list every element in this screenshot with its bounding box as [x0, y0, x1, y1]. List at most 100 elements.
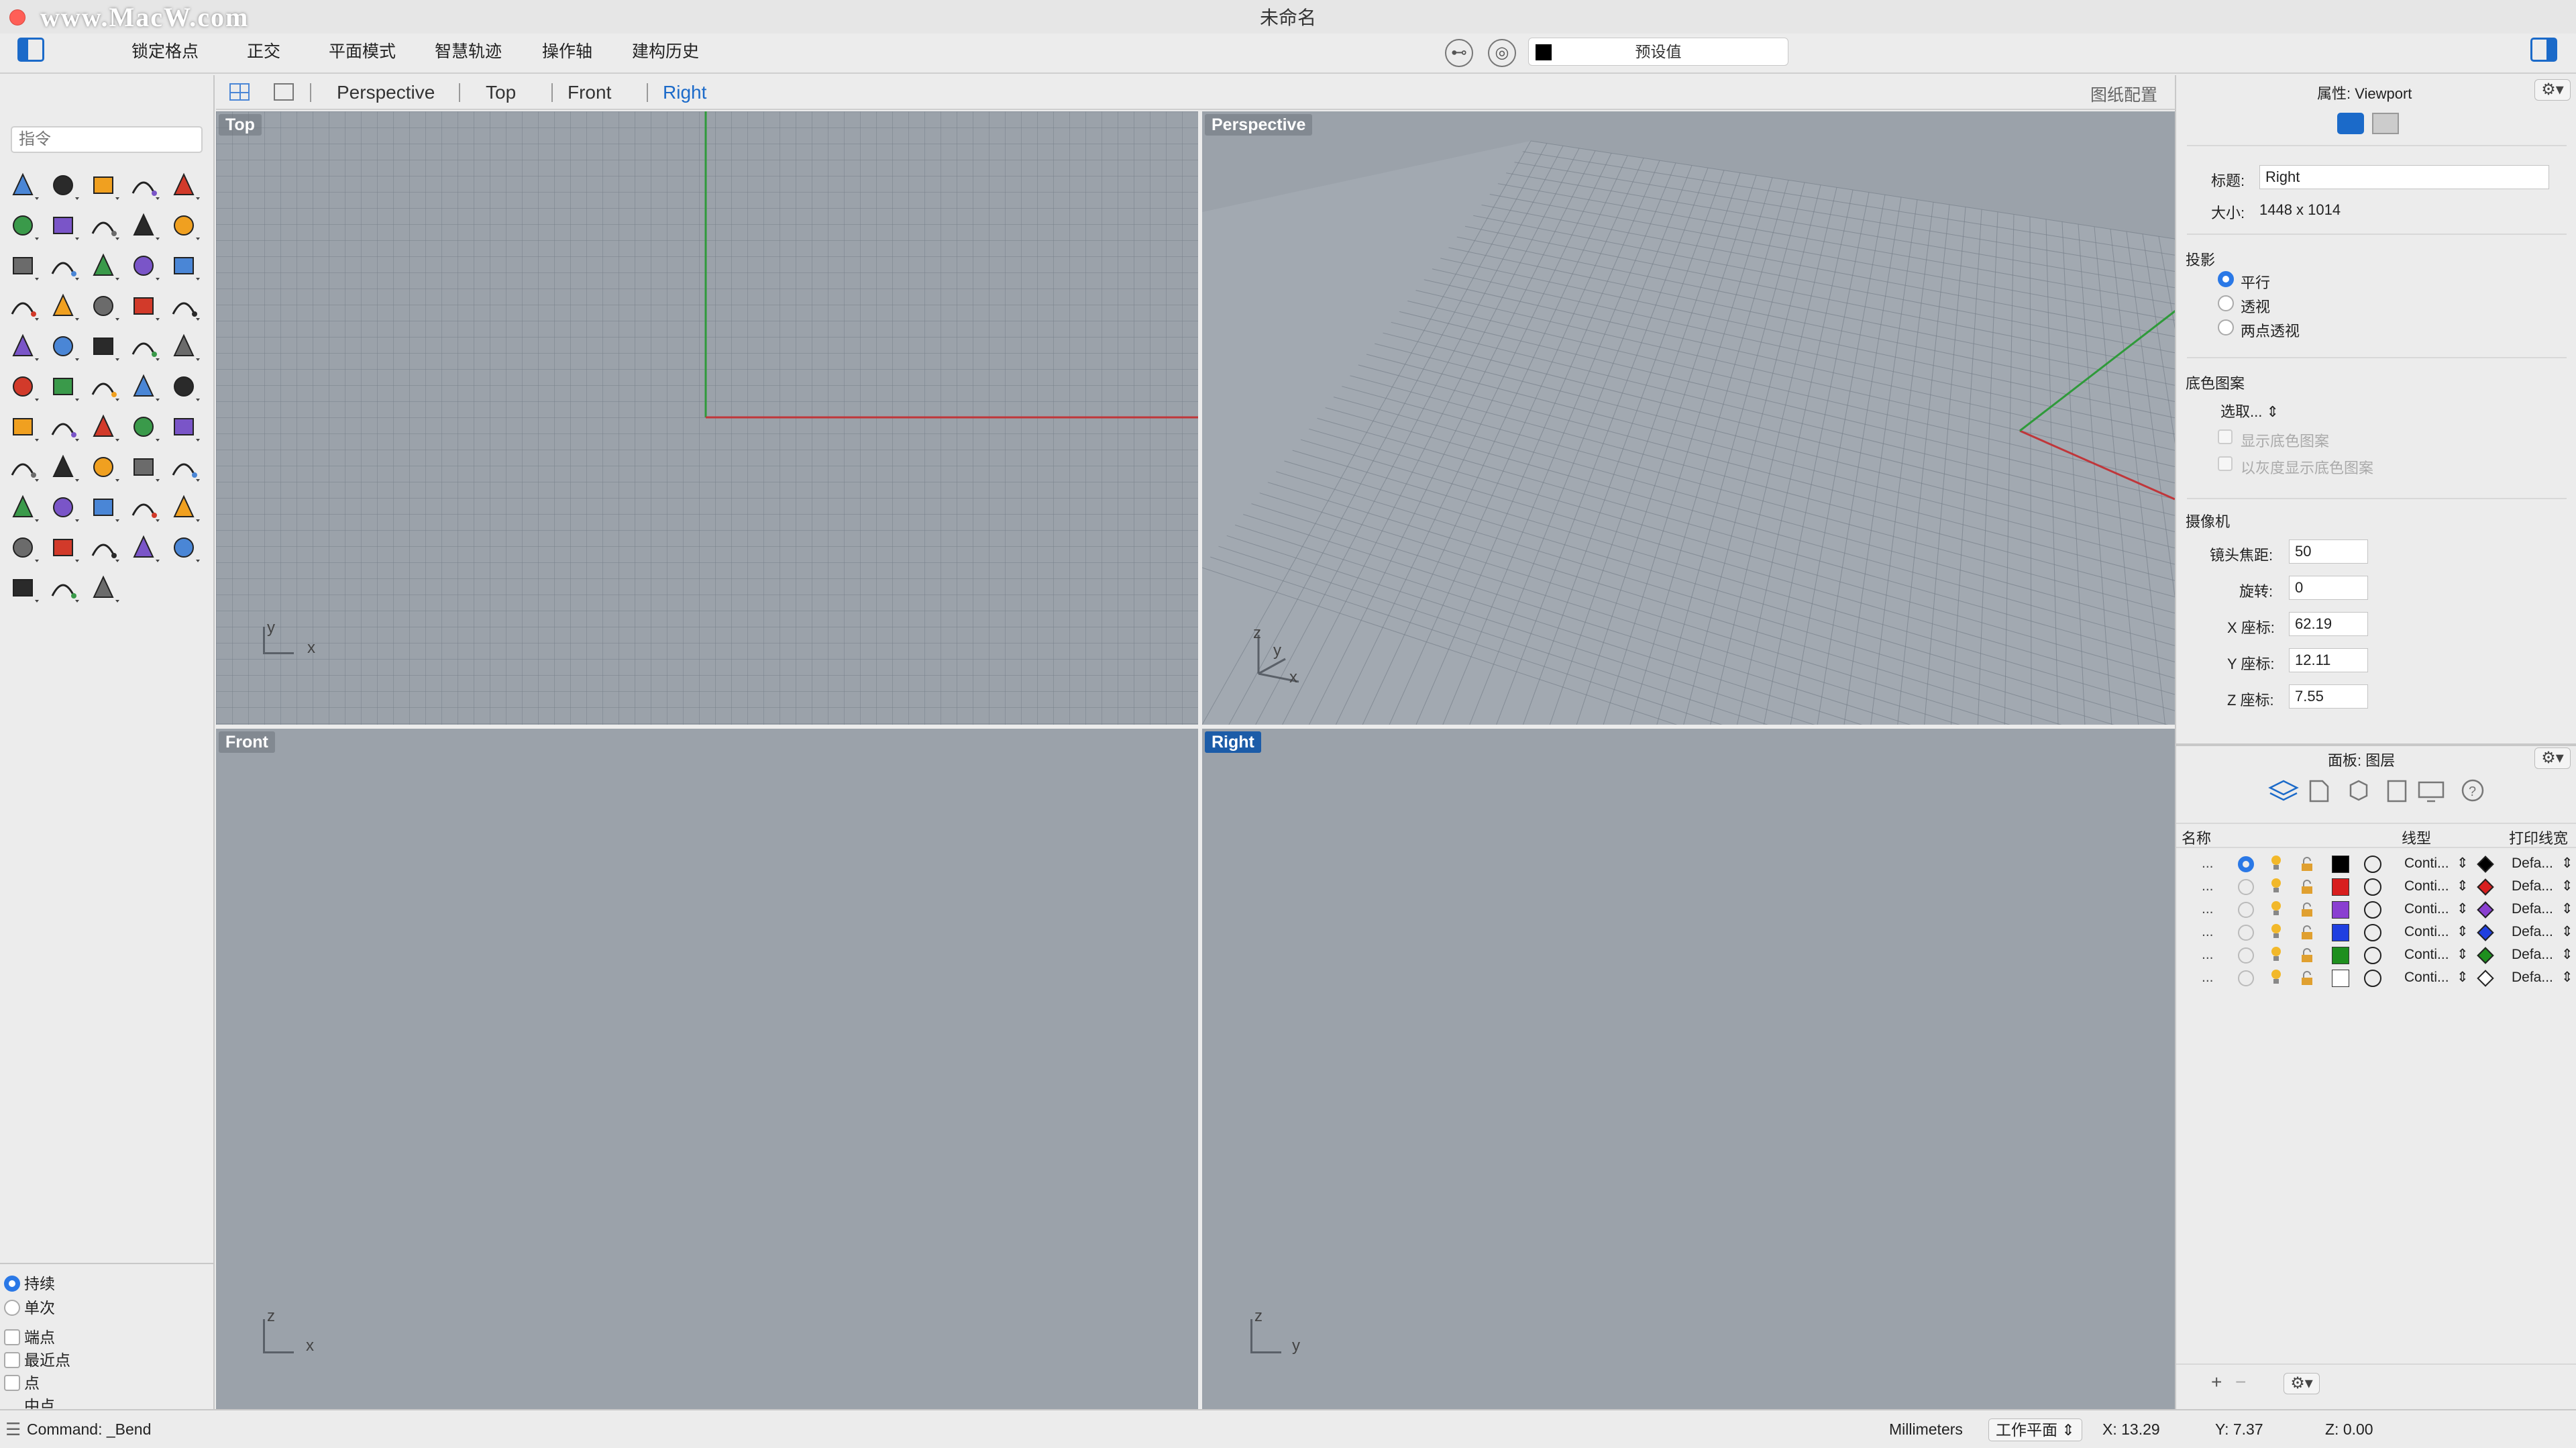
point-icon[interactable]	[46, 168, 80, 203]
printwidth-select[interactable]: Defa...	[2512, 875, 2553, 898]
cylinder-icon[interactable]	[166, 248, 201, 283]
rotate-view-icon[interactable]	[5, 490, 40, 525]
material-circle-icon[interactable]	[2364, 924, 2381, 941]
column-linetype[interactable]: 线型	[2402, 827, 2431, 848]
material-circle-icon[interactable]	[2364, 947, 2381, 964]
layer-row[interactable]: ... Conti... ⇕ Defa... ⇕	[2176, 852, 2576, 875]
linetype-select[interactable]: Conti...	[2404, 875, 2449, 898]
lock-icon[interactable]	[2300, 970, 2314, 985]
projection-parallel-radio[interactable]	[2218, 271, 2234, 287]
zoom-extents-icon[interactable]	[126, 450, 161, 484]
printwidth-select[interactable]: Defa...	[2512, 898, 2553, 921]
printwidth-select[interactable]: Defa...	[2512, 943, 2553, 966]
circle-icon[interactable]	[166, 168, 201, 203]
revolve-icon[interactable]	[46, 248, 80, 283]
arc-icon[interactable]	[46, 208, 80, 243]
zoom-selected-icon[interactable]	[166, 450, 201, 484]
ellipse-icon[interactable]	[5, 208, 40, 243]
material-icon[interactable]	[46, 530, 80, 565]
add-layer-button[interactable]: +	[2211, 1372, 2222, 1393]
left-sidebar-toggle-icon[interactable]	[17, 38, 44, 62]
mesh-icon[interactable]	[166, 369, 201, 404]
layer-color-swatch[interactable]	[2332, 901, 2349, 919]
planar-button[interactable]: 平面模式	[315, 39, 409, 64]
radio-icon[interactable]	[4, 1276, 20, 1292]
zoom-window-icon[interactable]	[86, 450, 121, 484]
command-history-icon[interactable]: ☰	[5, 1410, 21, 1448]
lock-icon[interactable]	[5, 530, 40, 565]
print-color-diamond[interactable]	[2477, 970, 2494, 987]
rotation-field[interactable]: 0	[2289, 576, 2368, 600]
osnap-point[interactable]: 点	[4, 1373, 40, 1393]
analyze-icon[interactable]	[86, 409, 121, 444]
cone-icon[interactable]	[46, 570, 80, 605]
cplane-select[interactable]: 工作平面 ⇕	[1988, 1418, 2082, 1441]
material-circle-icon[interactable]	[2364, 856, 2381, 873]
material-circle-icon[interactable]	[2364, 878, 2381, 896]
viewport-title[interactable]: Perspective	[1205, 114, 1313, 136]
current-layer-radio[interactable]	[2238, 856, 2254, 872]
layer-name[interactable]: ...	[2202, 898, 2214, 921]
plane-icon[interactable]	[5, 289, 40, 323]
wallpaper-select[interactable]: 选取... ⇕	[2220, 400, 2279, 421]
osnap-near[interactable]: 最近点	[4, 1350, 70, 1370]
lock-icon[interactable]	[2300, 947, 2314, 962]
checkbox-icon[interactable]	[4, 1329, 20, 1345]
column-printwidth[interactable]: 打印线宽	[2509, 827, 2568, 848]
layer-row[interactable]: ... Conti... ⇕ Defa... ⇕	[2176, 921, 2576, 943]
title-field[interactable]: Right	[2259, 165, 2549, 189]
osnap-once[interactable]: 单次	[4, 1298, 55, 1318]
polyline-icon[interactable]	[86, 168, 121, 203]
lock-icon[interactable]	[2300, 879, 2314, 894]
transform-icon[interactable]	[46, 369, 80, 404]
rectangle-icon[interactable]	[86, 208, 121, 243]
osnap-end[interactable]: 端点	[4, 1327, 55, 1347]
units-label[interactable]: Millimeters	[1889, 1410, 1963, 1448]
checkbox-icon[interactable]	[4, 1375, 20, 1391]
fillet-icon[interactable]	[86, 329, 121, 364]
group-icon[interactable]	[5, 329, 40, 364]
print-color-diamond[interactable]	[2477, 901, 2494, 919]
linetype-select[interactable]: Conti...	[2404, 898, 2449, 921]
layer-color-swatch[interactable]	[2332, 924, 2349, 941]
wallpaper-show-checkbox[interactable]	[2218, 429, 2233, 444]
remove-layer-button[interactable]: −	[2235, 1372, 2246, 1393]
y-coord-field[interactable]: 12.11	[2289, 648, 2368, 672]
fillet-curve-icon[interactable]	[166, 208, 201, 243]
linetype-select[interactable]: Conti...	[2404, 852, 2449, 875]
z-coord-field[interactable]: 7.55	[2289, 684, 2368, 709]
layer-name[interactable]: ...	[2202, 943, 2214, 966]
properties-gear-icon[interactable]: ⚙▾	[2534, 79, 2571, 101]
lock-icon[interactable]	[2300, 856, 2314, 871]
viewport-title[interactable]: Right	[1205, 731, 1261, 753]
checkbox-icon[interactable]	[4, 1352, 20, 1368]
osnap-continuous[interactable]: 持续	[4, 1274, 55, 1294]
snap-grid-button[interactable]: 锁定格点	[118, 39, 212, 64]
light-icon[interactable]	[166, 490, 201, 525]
column-name[interactable]: 名称	[2182, 827, 2211, 848]
filter-icon[interactable]: ◎	[1488, 39, 1516, 67]
close-window-button[interactable]	[9, 9, 25, 25]
layer-options-gear-icon[interactable]: ⚙▾	[2284, 1373, 2320, 1394]
viewport-perspective[interactable]: Perspective z y x	[1202, 111, 2175, 725]
boolean-icon[interactable]	[86, 289, 121, 323]
lightbulb-icon[interactable]	[2270, 923, 2282, 940]
radio-icon[interactable]	[4, 1300, 20, 1316]
tab-front[interactable]: Front	[568, 81, 611, 105]
linetype-select[interactable]: Conti...	[2404, 966, 2449, 989]
right-sidebar-toggle-icon[interactable]	[2530, 38, 2557, 62]
dimension-icon[interactable]	[86, 369, 121, 404]
projection-perspective-radio[interactable]	[2218, 295, 2234, 311]
display-mode-icon[interactable]	[166, 530, 201, 565]
surface-icon[interactable]	[5, 248, 40, 283]
layer-row[interactable]: ... Conti... ⇕ Defa... ⇕	[2176, 966, 2576, 989]
split-icon[interactable]	[126, 289, 161, 323]
current-layer-radio[interactable]	[2238, 925, 2254, 941]
gumball-button[interactable]: 操作轴	[529, 39, 606, 64]
lightbulb-icon[interactable]	[2270, 900, 2282, 917]
tab-perspective[interactable]: Perspective	[337, 81, 435, 105]
grid-array-icon[interactable]	[5, 409, 40, 444]
material-circle-icon[interactable]	[2364, 901, 2381, 919]
box-icon[interactable]	[86, 248, 121, 283]
print-color-diamond[interactable]	[2477, 924, 2494, 941]
